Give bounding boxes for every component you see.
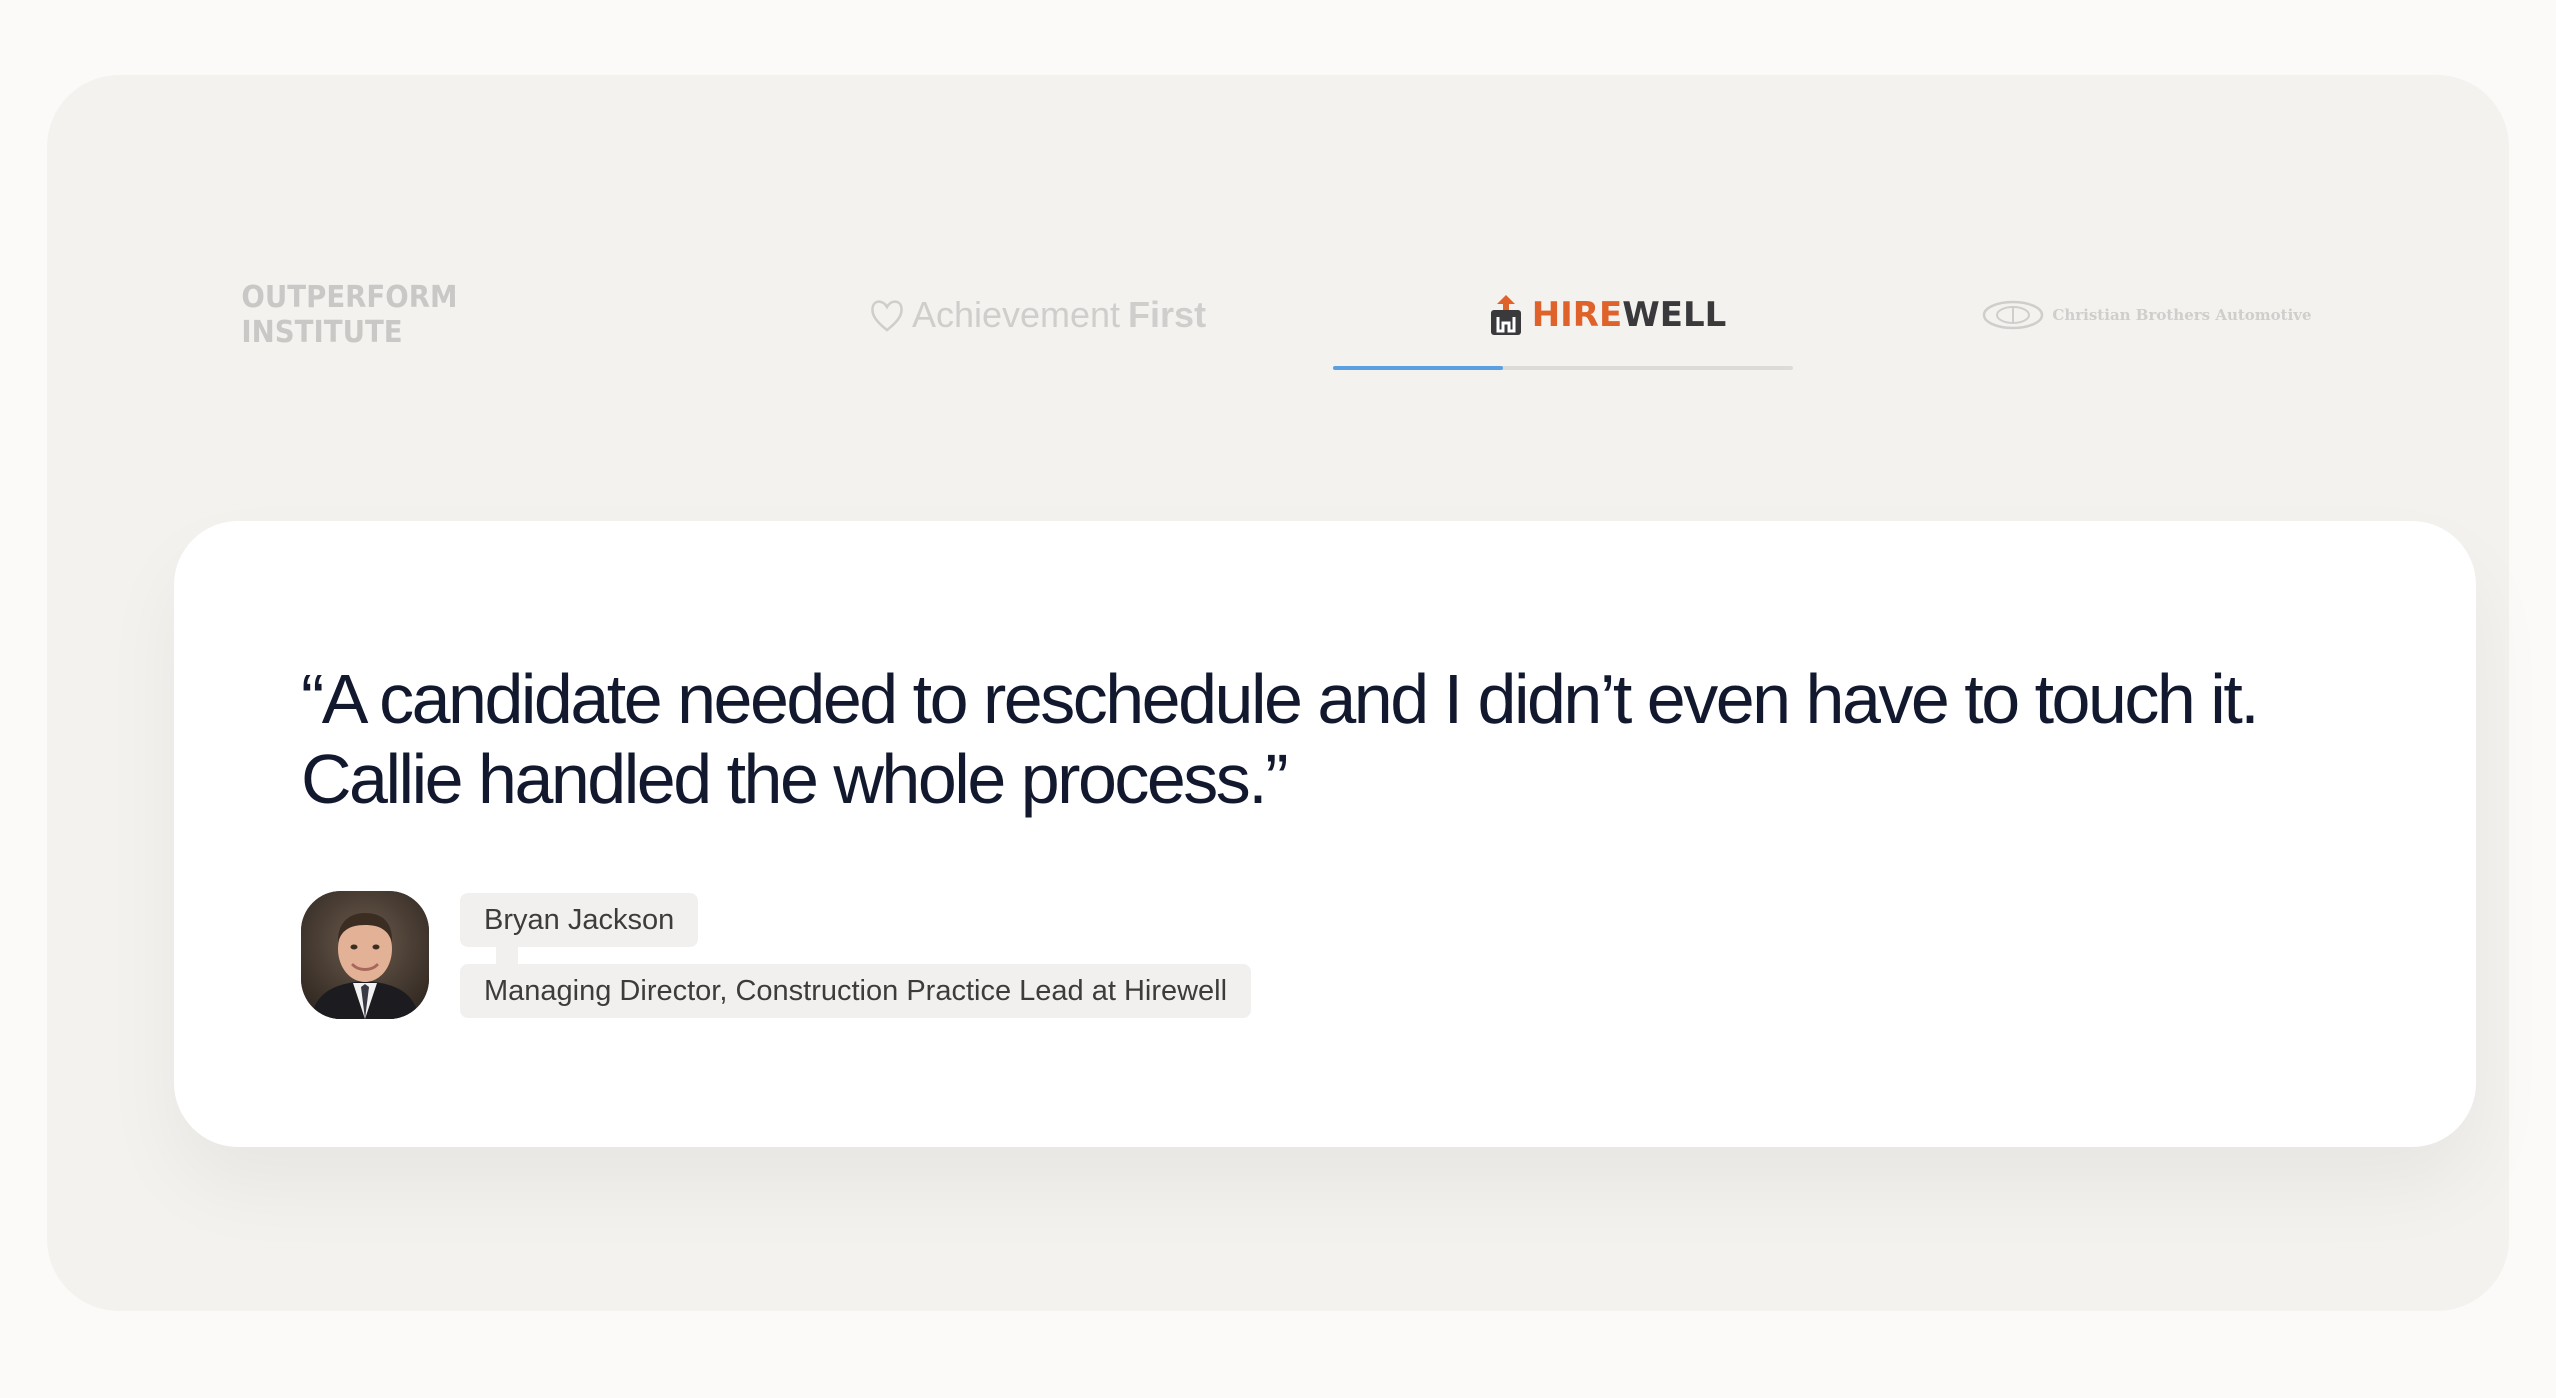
author-title: Managing Director, Construction Practice… [484, 974, 1228, 1007]
quote-line-1: “A candidate needed to reschedule and I … [301, 660, 2260, 738]
christian-brothers-emblem-icon [1983, 300, 2044, 330]
testimonial-quote: “A candidate needed to reschedule and I … [301, 659, 2381, 819]
logo-tab-outperform-institute[interactable]: OUTPERFORM INSTITUTE [241, 265, 572, 365]
author-name: Bryan Jackson [484, 903, 675, 936]
well-logo-text: WELL [1622, 295, 1727, 335]
author-avatar [301, 891, 429, 1019]
outperform-institute-logo-text: OUTPERFORM INSTITUTE [241, 280, 458, 350]
author-name-badge: Bryan Jackson [460, 893, 699, 947]
logo-tab-hirewell[interactable]: HIREWELL [1377, 265, 1837, 365]
achievement-logo-text: Achievement [911, 294, 1121, 335]
first-logo-text: First [1128, 294, 1207, 335]
author-portrait-image [301, 891, 429, 1019]
carousel-progress-fill [1333, 366, 1504, 370]
carousel-progress-track [1333, 366, 1793, 370]
quote-line-2: Callie handled the whole process.” [301, 740, 1289, 818]
hirewell-house-icon [1490, 295, 1521, 335]
testimonials-panel: OUTPERFORM INSTITUTE Achievement First HI… [47, 75, 2509, 1311]
badge-connector [496, 947, 518, 964]
testimonial-card: “A candidate needed to reschedule and I … [174, 521, 2476, 1147]
hire-logo-text: HIRE [1531, 295, 1623, 335]
logo-tab-christian-brothers[interactable]: Christian Brothers Automotive [1927, 265, 2367, 365]
author-title-badge: Managing Director, Construction Practice… [460, 964, 1252, 1018]
achievement-first-heart-icon [871, 300, 903, 332]
logo-tab-achievement-first[interactable]: Achievement First [807, 265, 1267, 365]
christian-brothers-logo-text: Christian Brothers Automotive [2052, 306, 2312, 324]
